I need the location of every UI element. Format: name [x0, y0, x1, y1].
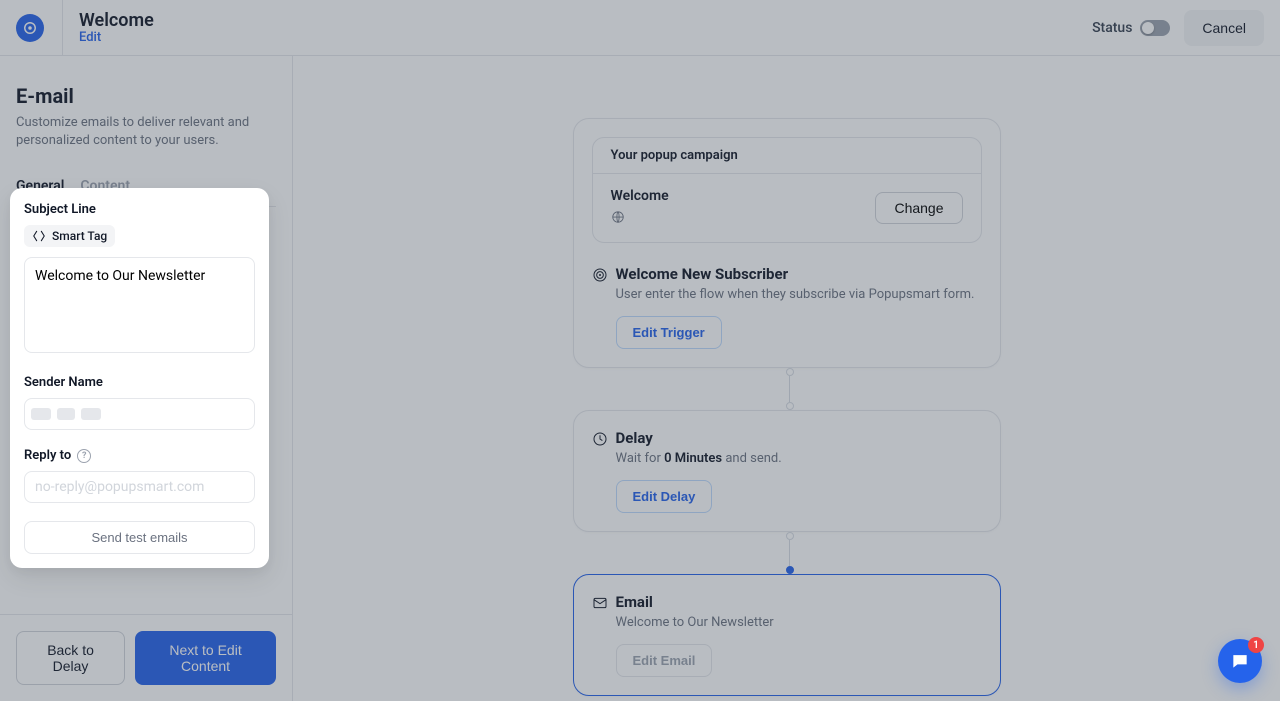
sender-name-label: Sender Name — [24, 375, 255, 390]
send-test-emails-button[interactable]: Send test emails — [24, 521, 255, 554]
sender-name-input[interactable] — [24, 398, 255, 430]
subject-line-input[interactable] — [24, 257, 255, 353]
help-icon[interactable]: ? — [77, 449, 91, 463]
email-settings-panel: Subject Line Smart Tag Sender Name Reply… — [10, 188, 269, 568]
smart-tag-button[interactable]: Smart Tag — [24, 225, 115, 247]
reply-to-label: Reply to — [24, 448, 71, 463]
subject-line-label: Subject Line — [24, 202, 255, 217]
support-chat-button[interactable]: 1 — [1218, 639, 1262, 683]
chat-notification-badge: 1 — [1248, 637, 1264, 653]
smart-tag-label: Smart Tag — [52, 229, 107, 243]
reply-to-input[interactable] — [24, 471, 255, 503]
